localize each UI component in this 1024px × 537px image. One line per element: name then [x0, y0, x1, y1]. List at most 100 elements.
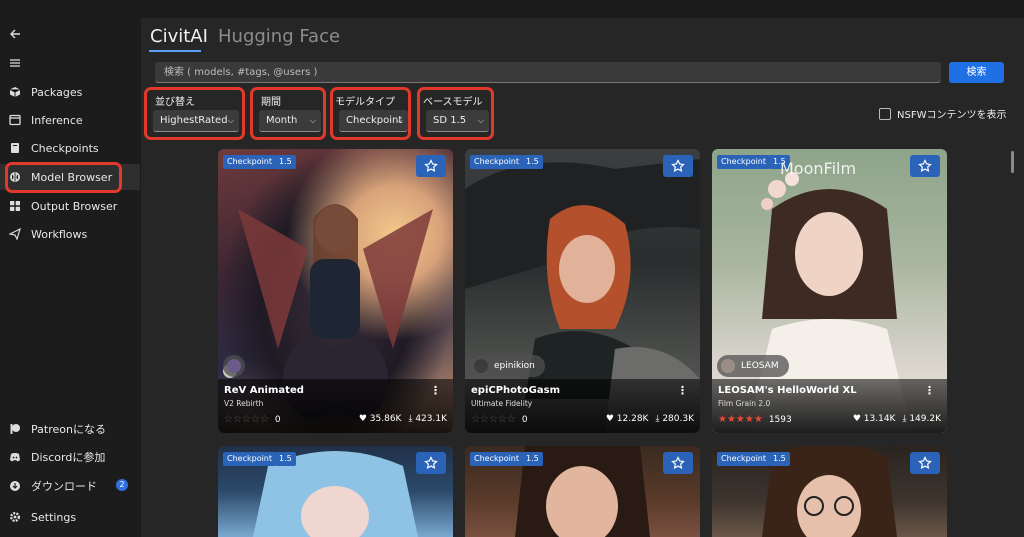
- filter-sort: 並び替え HighestRated ⌵: [144, 87, 245, 140]
- window-icon: [8, 113, 22, 127]
- sidebar-item-label: Discordに参加: [31, 451, 106, 464]
- rating-stars-icon: ☆☆☆☆☆: [471, 414, 516, 425]
- model-title: LEOSAM's HelloWorld XL: [718, 385, 857, 396]
- hamburger-menu-icon[interactable]: [8, 57, 22, 71]
- base-model-tag: 1.5: [522, 452, 543, 466]
- select-value: HighestRated: [160, 115, 228, 126]
- sidebar-item-discord[interactable]: Discordに参加: [0, 444, 140, 470]
- creator-chip[interactable]: LEOSAM: [717, 355, 789, 377]
- chevron-down-icon: ⌵: [396, 116, 403, 125]
- sidebar-item-workflows[interactable]: Workflows: [0, 221, 140, 247]
- more-options-icon[interactable]: ⋮: [677, 384, 688, 397]
- model-card[interactable]: Checkpoint 1.5 epinikion epiCPhotoGasm U…: [465, 149, 700, 433]
- sidebar: Packages Inference Checkpoints Model Bro…: [0, 0, 140, 537]
- search-input[interactable]: 検索 ( models, #tags, @users ): [155, 62, 941, 83]
- sort-select[interactable]: HighestRated ⌵: [153, 110, 239, 132]
- rating-stars-icon: ★★★★★: [718, 414, 763, 425]
- more-options-icon[interactable]: ⋮: [924, 384, 935, 397]
- card-stats: ♥ 13.14K ⤓ 149.2K: [853, 414, 941, 424]
- rating: ☆☆☆☆☆ 0: [224, 414, 281, 425]
- favorite-button[interactable]: [416, 155, 446, 177]
- more-options-icon[interactable]: ⋮: [430, 384, 441, 397]
- favorite-button[interactable]: [663, 155, 693, 177]
- tab-hugging-face[interactable]: Hugging Face: [218, 26, 340, 47]
- model-type-tag: Checkpoint: [717, 155, 771, 169]
- sidebar-item-packages[interactable]: Packages: [0, 79, 140, 105]
- model-card[interactable]: Checkpoint 1.5 MoonFilm LEOSAM LEOSAM's …: [712, 149, 947, 433]
- select-value: SD 1.5: [433, 115, 467, 126]
- search-button[interactable]: 検索: [949, 62, 1004, 83]
- gear-icon: [8, 510, 22, 524]
- back-arrow-icon[interactable]: [8, 28, 22, 42]
- favorite-button[interactable]: [416, 452, 446, 474]
- select-value: Month: [266, 115, 298, 126]
- favorite-button[interactable]: [910, 452, 940, 474]
- heart-icon: ♥: [605, 414, 614, 424]
- base-model-tag: 1.5: [275, 452, 296, 466]
- creator-chip[interactable]: epinikion: [470, 355, 545, 377]
- chevron-down-icon: ⌵: [477, 116, 484, 125]
- model-version-name: Film Grain 2.0: [718, 399, 771, 408]
- image-watermark-text: MoonFilm: [780, 159, 857, 178]
- avatar: [721, 359, 735, 373]
- sidebar-item-label: ダウンロード: [31, 480, 97, 493]
- sidebar-item-output-browser[interactable]: Output Browser: [0, 193, 140, 219]
- scrollbar-thumb[interactable]: [1011, 151, 1014, 173]
- likes: ♥ 35.86K: [359, 414, 402, 424]
- sidebar-item-inference[interactable]: Inference: [0, 107, 140, 133]
- creator-name: LEOSAM: [741, 361, 779, 371]
- favorite-button[interactable]: [910, 155, 940, 177]
- cube-icon: [8, 85, 22, 99]
- grid-icon: [8, 199, 22, 213]
- chevron-down-icon: ⌵: [309, 116, 316, 125]
- model-version-name: Ultimate Fidelity: [471, 399, 533, 408]
- nsfw-label: NSFWコンテンツを表示: [897, 110, 1007, 121]
- model-type-select[interactable]: Checkpoint ⌵: [339, 110, 408, 132]
- sidebar-item-patreon[interactable]: Patreonになる: [0, 416, 140, 442]
- discord-icon: [8, 450, 22, 464]
- filter-label: モデルタイプ: [335, 97, 395, 108]
- download-icon: ⤓: [902, 414, 907, 424]
- filter-label: 並び替え: [155, 97, 195, 108]
- model-card[interactable]: Checkpoint 1.5: [712, 446, 947, 537]
- file-icon: [8, 141, 22, 155]
- sidebar-item-label: Workflows: [31, 227, 88, 241]
- sidebar-item-label: Inference: [31, 113, 83, 127]
- rating-count: 1593: [768, 414, 792, 425]
- star-add-icon: [918, 159, 932, 173]
- star-add-icon: [424, 159, 438, 173]
- model-type-tag: Checkpoint: [470, 155, 524, 169]
- model-card[interactable]: Checkpoint 1.5 ReV Animated V2 Rebirth ⋮…: [218, 149, 453, 433]
- base-model-tag: 1.5: [522, 155, 543, 169]
- tab-civitai[interactable]: CivitAI: [150, 26, 208, 47]
- star-add-icon: [671, 456, 685, 470]
- filter-label: ベースモデル: [423, 97, 483, 108]
- model-type-tag: Checkpoint: [223, 452, 277, 466]
- sidebar-item-label: Packages: [31, 85, 83, 99]
- likes-count: 35.86K: [369, 414, 402, 424]
- nsfw-toggle[interactable]: NSFWコンテンツを表示: [879, 106, 1006, 121]
- download-icon: ⤓: [655, 414, 660, 424]
- rating-stars-icon: ☆☆☆☆☆: [224, 414, 269, 425]
- rating: ☆☆☆☆☆ 0: [471, 414, 528, 425]
- sidebar-item-settings[interactable]: Settings: [0, 504, 140, 530]
- creator-chip[interactable]: [223, 355, 245, 377]
- creator-name: epinikion: [494, 361, 535, 371]
- download-icon: [8, 479, 22, 493]
- sidebar-item-checkpoints[interactable]: Checkpoints: [0, 135, 140, 161]
- favorite-button[interactable]: [663, 452, 693, 474]
- rating-count: 0: [521, 414, 528, 425]
- model-card[interactable]: Checkpoint 1.5: [465, 446, 700, 537]
- card-footer: epiCPhotoGasm Ultimate Fidelity ⋮ ☆☆☆☆☆ …: [465, 379, 700, 433]
- avatar: [474, 359, 488, 373]
- base-model-select[interactable]: SD 1.5 ⌵: [426, 110, 489, 132]
- avatar: [227, 359, 241, 373]
- model-version-name: V2 Rebirth: [224, 399, 264, 408]
- nsfw-checkbox[interactable]: [879, 107, 891, 120]
- model-card[interactable]: Checkpoint 1.5: [218, 446, 453, 537]
- sidebar-item-download[interactable]: ダウンロード 2: [0, 473, 140, 499]
- heart-icon: ♥: [358, 414, 367, 424]
- period-select[interactable]: Month ⌵: [259, 110, 321, 132]
- sidebar-item-label: Output Browser: [31, 199, 118, 213]
- downloads-count: 280.3K: [662, 414, 694, 424]
